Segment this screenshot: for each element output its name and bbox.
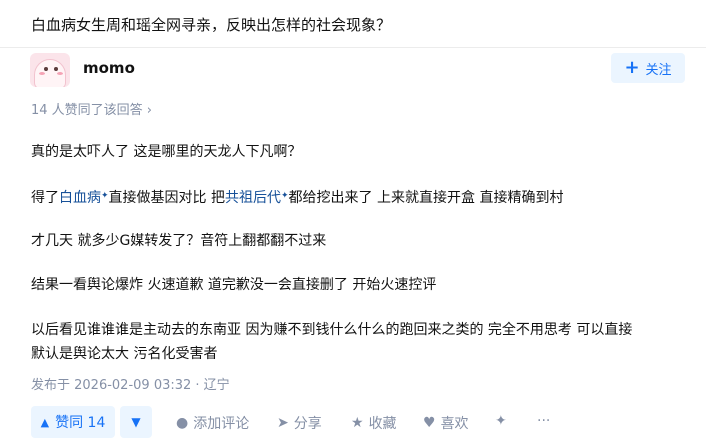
more-button[interactable]: ···	[537, 413, 550, 429]
comment-button[interactable]: ● 添加评论	[176, 413, 249, 433]
publish-time[interactable]: 发布于 2026-02-09 03:32 · 辽宁	[31, 374, 230, 393]
answer-paragraph-1: 真的是太吓人了 这是哪里的天龙人下凡啊？	[31, 144, 302, 160]
link-common-ancestor[interactable]: 共祖后代	[225, 190, 281, 206]
comment-icon: ●	[176, 415, 189, 431]
search-spark-icon: ✦	[281, 191, 289, 201]
like-label: 喜欢	[440, 416, 469, 432]
triangle-down-icon: ▼	[131, 415, 141, 429]
plus-icon: +	[624, 57, 640, 78]
answer-paragraph-5-line-1: 以后看见谁谁谁是主动去的东南亚 因为赚不到钱什么什么的跑回来之类的 完全不用思考…	[31, 322, 633, 338]
follow-button[interactable]: + 关注	[611, 53, 685, 83]
link-leukemia[interactable]: 白血病	[59, 190, 101, 206]
question-header: 白血病女生周和瑶全网寻亲，反映出怎样的社会现象？	[0, 0, 706, 48]
answer-paragraph-2: 得了白血病✦直接做基因对比 把共祖后代✦都给挖出来了 上来就直接开盒 直接精确到…	[31, 185, 563, 209]
p2-text-post: 都给挖出来了 上来就直接开盒 直接精确到村	[288, 190, 564, 206]
follow-label: 关注	[645, 62, 672, 78]
author-name[interactable]: momo	[83, 59, 135, 77]
ai-spark-button[interactable]: ✦	[495, 413, 507, 429]
avatar[interactable]	[30, 53, 70, 87]
star-icon: ★	[351, 415, 364, 431]
voters-count[interactable]: 14 人赞同了该回答 ›	[31, 99, 152, 118]
share-button[interactable]: ➤ 分享	[277, 413, 322, 433]
heart-icon: ♥	[423, 415, 436, 431]
collect-button[interactable]: ★ 收藏	[351, 413, 397, 433]
share-label: 分享	[293, 416, 322, 432]
sparkle-icon: ✦	[495, 413, 507, 429]
p2-text-mid: 直接做基因对比 把	[108, 190, 225, 206]
downvote-button[interactable]: ▼	[120, 406, 152, 438]
like-button[interactable]: ♥ 喜欢	[423, 413, 469, 433]
triangle-up-icon: ▲	[40, 415, 50, 429]
avatar-cheek-left	[39, 72, 45, 75]
comment-label: 添加评论	[193, 416, 250, 432]
avatar-cheek-right	[57, 72, 63, 75]
upvote-button[interactable]: ▲ 赞同 14	[31, 406, 115, 438]
question-title[interactable]: 白血病女生周和瑶全网寻亲，反映出怎样的社会现象？	[31, 14, 391, 35]
search-spark-icon: ✦	[101, 191, 109, 201]
avatar-eye-left	[44, 67, 48, 71]
upvote-label: 赞同 14	[55, 415, 106, 431]
share-icon: ➤	[277, 415, 289, 431]
answer-paragraph-3: 才几天 就多少G媒转发了？音符上翻都翻不过来	[31, 233, 327, 249]
answer-paragraph-5-line-2: 默认是舆论太大 污名化受害者	[31, 346, 218, 362]
p2-text-pre: 得了	[31, 190, 59, 206]
collect-label: 收藏	[368, 416, 397, 432]
avatar-eye-right	[54, 67, 58, 71]
answer-paragraph-4: 结果一看舆论爆炸 火速道歉 道完歉没一会直接删了 开始火速控评	[31, 277, 437, 293]
action-bar: ▲ 赞同 14 ▼ ● 添加评论 ➤ 分享 ★ 收藏 ♥ 喜欢 ✦ ···	[0, 403, 706, 440]
more-icon: ···	[537, 413, 551, 429]
